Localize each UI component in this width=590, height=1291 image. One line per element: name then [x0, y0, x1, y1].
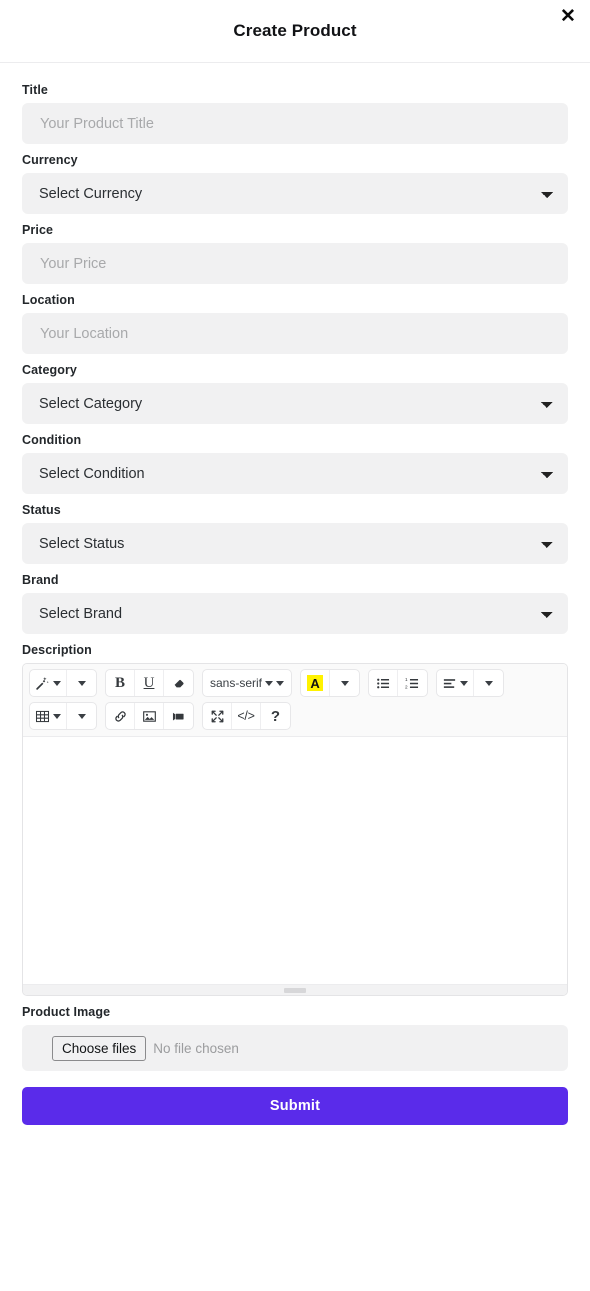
rich-text-editor: B U sans-serif A 1 2 </> ? [22, 663, 568, 996]
title-input[interactable] [22, 103, 568, 144]
align-more-button[interactable] [474, 670, 503, 696]
chevron-down-icon [77, 680, 86, 686]
label-condition: Condition [22, 433, 82, 447]
field-location: Location [22, 293, 568, 354]
status-select[interactable]: Select Status [22, 523, 568, 564]
style-more-button[interactable] [67, 670, 96, 696]
field-status: Status Select Status [22, 503, 568, 564]
field-category: Category Select Category [22, 363, 568, 424]
chevron-down-icon [77, 713, 86, 719]
insert-group [105, 702, 194, 730]
align-left-icon[interactable] [437, 670, 475, 696]
file-status-text: No file chosen [153, 1040, 239, 1056]
create-product-form: Title Currency Select Currency Price Loc… [0, 63, 590, 1125]
table-more-button[interactable] [67, 703, 96, 729]
location-input[interactable] [22, 313, 568, 354]
fullscreen-icon[interactable] [203, 703, 232, 729]
label-brand: Brand [22, 573, 59, 587]
editor-content-area[interactable] [23, 737, 567, 984]
field-product-image: Product Image Choose files No file chose… [22, 1005, 568, 1071]
chevron-down-icon [340, 680, 349, 686]
currency-select[interactable]: Select Currency [22, 173, 568, 214]
editor-resize-handle[interactable] [23, 984, 567, 995]
label-title: Title [22, 83, 48, 97]
field-condition: Condition Select Condition [22, 433, 568, 494]
chevron-down-icon [265, 680, 274, 686]
text-format-group: B U [105, 669, 194, 697]
font-name-group: sans-serif [202, 669, 293, 697]
chevron-down-icon [53, 680, 61, 686]
file-upload-row[interactable]: Choose files No file chosen [22, 1025, 568, 1071]
brand-select[interactable]: Select Brand [22, 593, 568, 634]
view-group: </> ? [202, 702, 291, 730]
help-icon[interactable]: ? [261, 703, 290, 729]
code-view-icon[interactable]: </> [232, 703, 261, 729]
align-group [436, 669, 505, 697]
picture-icon[interactable] [135, 703, 164, 729]
link-icon[interactable] [106, 703, 135, 729]
field-brand: Brand Select Brand [22, 573, 568, 634]
bold-icon[interactable]: B [106, 670, 135, 696]
close-icon[interactable]: ✕ [555, 3, 581, 29]
resize-grip [284, 987, 306, 993]
video-icon[interactable] [164, 703, 193, 729]
label-category: Category [22, 363, 77, 377]
label-status: Status [22, 503, 61, 517]
chevron-down-icon [460, 680, 469, 686]
table-group [29, 702, 97, 730]
highlight-color-dropdown[interactable] [330, 670, 359, 696]
editor-toolbar: B U sans-serif A 1 2 </> ? [23, 664, 567, 737]
field-price: Price [22, 223, 568, 284]
svg-text:1: 1 [405, 677, 408, 682]
condition-select[interactable]: Select Condition [22, 453, 568, 494]
chevron-down-icon [276, 680, 285, 686]
label-price: Price [22, 223, 54, 237]
font-name-label: sans-serif [210, 676, 263, 690]
field-currency: Currency Select Currency [22, 153, 568, 214]
ordered-list-icon[interactable]: 1 2 [398, 670, 427, 696]
label-location: Location [22, 293, 75, 307]
underline-icon[interactable]: U [135, 670, 164, 696]
svg-text:2: 2 [405, 684, 408, 689]
category-select[interactable]: Select Category [22, 383, 568, 424]
chevron-down-icon [484, 680, 493, 686]
label-product-image: Product Image [22, 1005, 111, 1019]
field-title: Title [22, 83, 568, 144]
chevron-down-icon [53, 713, 61, 719]
table-icon[interactable] [30, 703, 67, 729]
price-input[interactable] [22, 243, 568, 284]
unordered-list-icon[interactable] [369, 670, 399, 696]
highlight-color-icon[interactable]: A [301, 670, 331, 696]
choose-files-button[interactable]: Choose files [52, 1035, 147, 1061]
list-group: 1 2 [368, 669, 429, 697]
editor-toolbar-row-2: </> ? [29, 702, 563, 730]
highlight-color-group: A [300, 669, 361, 697]
eraser-icon[interactable] [164, 670, 193, 696]
label-description: Description [22, 643, 92, 657]
submit-button[interactable]: Submit [22, 1087, 568, 1125]
modal-header: Create Product ✕ [0, 0, 590, 63]
font-name-icon[interactable]: sans-serif [203, 670, 291, 696]
field-description: Description B U sans-serif A 1 2 </> ? [22, 643, 568, 996]
style-group [29, 669, 97, 697]
highlight-letter: A [307, 675, 323, 691]
page-title: Create Product [233, 21, 357, 40]
editor-toolbar-row-1: B U sans-serif A 1 2 [29, 669, 563, 697]
magic-wand-icon[interactable] [30, 670, 67, 696]
label-currency: Currency [22, 153, 78, 167]
